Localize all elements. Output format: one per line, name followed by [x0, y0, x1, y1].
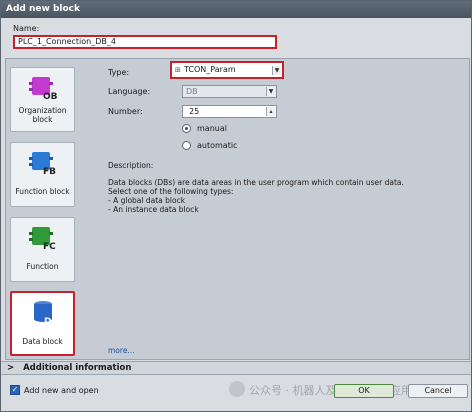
organization-block-label: Organization block	[18, 106, 67, 124]
language-label: Language:	[108, 87, 151, 96]
function-block-label: Function block	[15, 187, 70, 196]
db-tag: DB	[44, 317, 58, 325]
language-value: DB	[186, 87, 198, 96]
fc-tag: FC	[43, 242, 56, 250]
ok-button[interactable]: OK	[334, 384, 394, 398]
description-line: Data blocks (DBs) are data areas in the …	[108, 178, 404, 187]
add-block-dialog: Add new block Name: PLC_1_Connection_DB_…	[0, 0, 472, 412]
function-icon: FC	[29, 227, 56, 250]
name-input[interactable]: PLC_1_Connection_DB_4	[13, 35, 277, 49]
more-link[interactable]: more...	[108, 346, 135, 355]
data-block-button[interactable]: DB Data block	[10, 291, 75, 356]
manual-radio[interactable]	[182, 124, 191, 133]
type-select[interactable]: ⊞ TCON_Param ▼	[170, 61, 284, 79]
organization-block-icon: OB	[29, 77, 58, 100]
additional-information-section[interactable]: > Additional information	[1, 361, 471, 375]
manual-radio-label: manual	[197, 124, 227, 133]
automatic-radio[interactable]	[182, 141, 191, 150]
function-block-button[interactable]: FB Function block	[10, 142, 75, 207]
name-label: Name:	[13, 24, 40, 33]
chevron-down-icon: ▼	[266, 87, 275, 96]
database-icon: DB	[34, 301, 58, 325]
type-icon: ⊞	[175, 66, 181, 74]
function-label: Function	[26, 262, 59, 271]
chevron-down-icon[interactable]: ▼	[272, 66, 281, 75]
data-block-label: Data block	[22, 337, 63, 346]
number-input[interactable]: 25 ▴	[182, 105, 277, 118]
function-block-icon: FB	[29, 152, 56, 175]
ob-tag: OB	[43, 92, 58, 100]
number-value: 25	[189, 107, 200, 116]
fb-tag: FB	[43, 167, 56, 175]
description-line: Select one of the following types:	[108, 187, 234, 196]
automatic-radio-label: automatic	[197, 141, 238, 150]
cancel-button[interactable]: Cancel	[408, 384, 468, 398]
organization-block-button[interactable]: OB Organization block	[10, 67, 75, 132]
language-select: DB ▼	[182, 85, 277, 98]
watermark-logo-icon	[229, 381, 245, 397]
description-line: - A global data block	[108, 196, 186, 205]
type-label: Type:	[108, 68, 130, 77]
expand-arrow-icon[interactable]: >	[7, 363, 14, 373]
window-title: Add new block	[1, 1, 471, 18]
add-new-and-open-checkbox[interactable]: ✓	[10, 385, 20, 395]
add-new-and-open-label: Add new and open	[24, 386, 99, 395]
additional-information-label: Additional information	[23, 363, 132, 373]
type-value: TCON_Param	[184, 65, 236, 74]
function-button[interactable]: FC Function	[10, 217, 75, 282]
description-line: - An instance data block	[108, 205, 199, 214]
description-label: Description:	[108, 161, 154, 170]
number-label: Number:	[108, 107, 143, 116]
spinner-icon[interactable]: ▴	[266, 107, 275, 116]
